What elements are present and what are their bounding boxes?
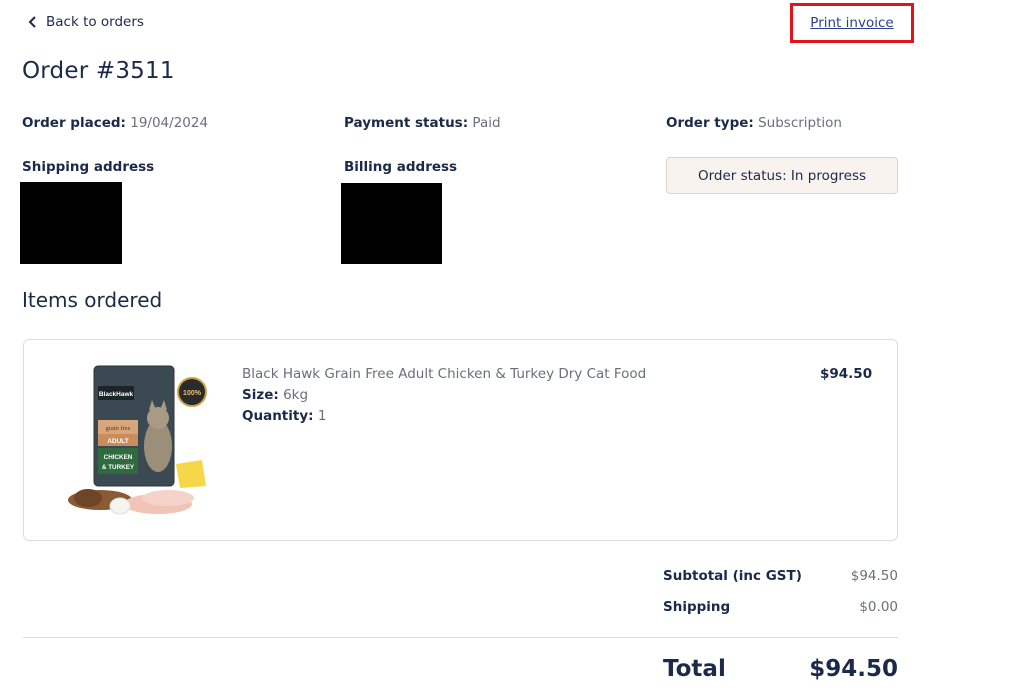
order-placed-value: 19/04/2024 (130, 115, 209, 131)
item-quantity: Quantity: 1 (242, 408, 326, 424)
order-detail-page: Back to orders Print invoice Order #3511… (0, 0, 1011, 700)
billing-address-redacted (341, 183, 442, 264)
shipping-value: $0.00 (859, 599, 898, 615)
summary-divider (23, 637, 898, 638)
order-type: Order type: Subscription (666, 115, 842, 131)
total-label: Total (663, 656, 726, 682)
item-size-value: 6kg (283, 387, 309, 403)
total-value: $94.50 (809, 656, 898, 682)
order-status-text: Order status: In progress (697, 167, 867, 184)
billing-address-label: Billing address (344, 159, 458, 175)
order-type-label: Order type: (666, 115, 754, 131)
item-size: Size: 6kg (242, 387, 308, 403)
shipping-address-redacted (20, 182, 122, 264)
item-price: $94.50 (820, 366, 873, 382)
items-ordered-heading: Items ordered (22, 288, 163, 312)
shipping-label: Shipping (663, 599, 731, 615)
order-status-badge: Order status: In progress (666, 157, 898, 194)
subtotal-label: Subtotal (inc GST) (663, 568, 802, 584)
product-image-seal: 100% (183, 390, 202, 397)
print-invoice-link[interactable]: Print invoice (810, 15, 893, 31)
back-to-orders-label: Back to orders (46, 14, 144, 30)
payment-status-value: Paid (472, 115, 501, 131)
payment-status: Payment status: Paid (344, 115, 501, 131)
item-quantity-value: 1 (317, 408, 327, 424)
product-image-line4: & TURKEY (102, 464, 135, 471)
item-name: Black Hawk Grain Free Adult Chicken & Tu… (242, 366, 647, 382)
item-size-label: Size: (242, 387, 279, 403)
order-placed-label: Order placed: (22, 115, 126, 131)
product-image: BlackHawk grain free ADULT CHICKEN & TUR… (68, 365, 207, 515)
page-title: Order #3511 (22, 58, 175, 84)
order-type-value: Subscription (758, 115, 842, 131)
product-image-line1: grain free (105, 425, 130, 432)
subtotal-value: $94.50 (850, 568, 898, 584)
product-image-line3: CHICKEN (104, 454, 133, 461)
item-quantity-label: Quantity: (242, 408, 314, 424)
back-to-orders-link[interactable]: Back to orders (28, 14, 144, 30)
product-image-line2: ADULT (107, 438, 129, 445)
order-item-card: BlackHawk grain free ADULT CHICKEN & TUR… (23, 339, 898, 541)
print-invoice-highlight: Print invoice (790, 3, 914, 43)
payment-status-label: Payment status: (344, 115, 469, 131)
shipping-address-label: Shipping address (22, 159, 155, 175)
product-image-brand: BlackHawk (99, 391, 134, 398)
order-placed: Order placed: 19/04/2024 (22, 115, 208, 131)
chevron-left-icon (28, 16, 36, 28)
